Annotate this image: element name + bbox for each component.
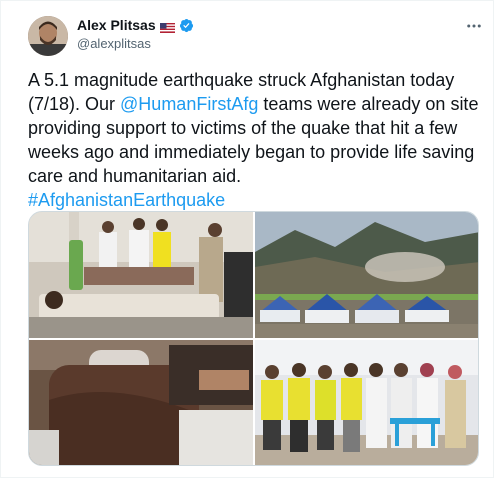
aid-team-group-photo[interactable] [255, 340, 478, 465]
avatar-image [28, 16, 68, 56]
injured-patient-photo[interactable] [29, 340, 253, 465]
author-handle[interactable]: @alexplitsas [77, 36, 151, 51]
tweet-text: A 5.1 magnitude earthquake struck Afghan… [28, 68, 483, 212]
hospital-ward-photo[interactable] [29, 212, 253, 338]
tent-camp-mountains-photo[interactable] [255, 212, 478, 338]
mention-link[interactable]: @HumanFirstAfg [120, 94, 258, 114]
media-grid [28, 211, 479, 466]
us-flag-icon [159, 20, 175, 33]
more-options-button[interactable] [462, 14, 486, 38]
hashtag-link[interactable]: #AfghanistanEarthquake [28, 190, 225, 210]
verified-badge-icon [179, 18, 194, 33]
author-name[interactable]: Alex Plitsas [77, 17, 156, 33]
author-name-row: Alex Plitsas [77, 17, 194, 33]
tweet-card: Alex Plitsas @alexplitsas A 5.1 magnitud… [0, 0, 494, 478]
avatar[interactable] [28, 16, 68, 56]
more-horizontal-icon [467, 24, 481, 28]
